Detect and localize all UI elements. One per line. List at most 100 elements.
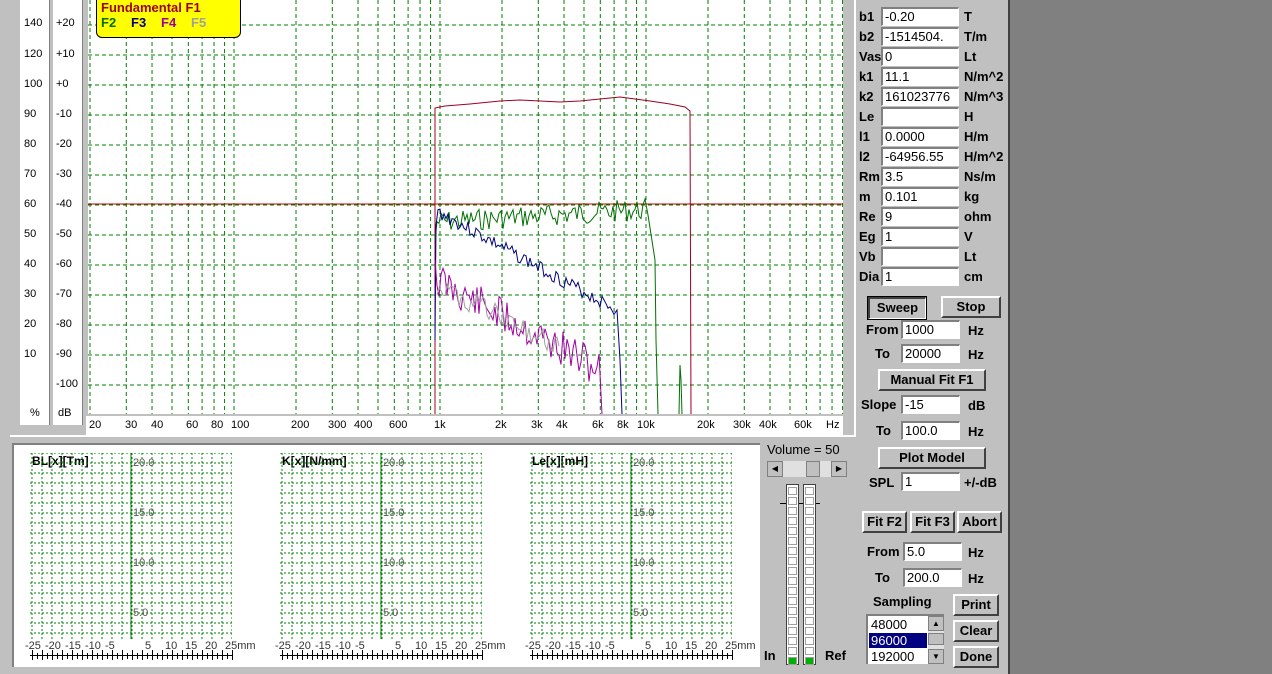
param-field-Vas[interactable]: 0 [881,47,959,66]
meter-segment [788,607,797,615]
param-field-Vb[interactable] [881,247,959,266]
mini-y-tick: 20.0 [383,457,405,469]
volume-left-arrow-icon[interactable]: ◀ [767,461,783,477]
slope-unit: dB [968,398,986,413]
legend-f3: F3 [131,15,147,30]
mini-y-tick: 20.0 [133,457,155,469]
sweep-to-field[interactable]: 20000 [901,344,960,363]
sweep-from-label: From [866,322,899,337]
spl-field[interactable]: 1 [901,472,960,491]
meter-segment [788,627,797,635]
param-field-l1[interactable]: 0.0000 [881,127,959,146]
param-field-Eg[interactable]: 1 [881,227,959,246]
scroll-down-icon[interactable]: ▼ [928,649,944,664]
harmonic-f4-curve [434,259,603,414]
mini-x-axis-tick [382,650,383,660]
param-field-Re[interactable]: 9 [881,207,959,226]
slope-to-field[interactable]: 100.0 [901,421,960,440]
meter-segment [788,647,797,655]
param-field-Le[interactable] [881,107,959,126]
mini-x-axis-tick [52,650,53,660]
slope-to-unit: Hz [968,424,984,439]
mini-y-tick: 5.0 [133,607,149,619]
print-button[interactable]: Print [953,594,999,616]
mini-x-axis-tick [107,653,108,659]
mini-x-axis-tick [537,653,538,659]
param-field-Dia[interactable]: 1 [881,267,959,286]
plot-model-button[interactable]: Plot Model [878,447,986,469]
mini-x-axis-tick [567,653,568,659]
mini-x-axis-tick [672,650,673,660]
scroll-thumb[interactable] [928,633,944,645]
param-unit-Le: H [964,109,974,124]
param-field-k1[interactable]: 11.1 [881,67,959,86]
param-field-k2[interactable]: 161023776 [881,87,959,106]
meter-segment [805,587,814,595]
slope-to-label: To [876,423,891,438]
mini-chart-svg [530,453,732,639]
mini-x-axis-tick [332,650,333,660]
param-field-Rm[interactable]: 3.5 [881,167,959,186]
param-field-b1[interactable]: -0.20 [881,7,959,26]
fit-f2-button[interactable]: Fit F2 [862,511,907,533]
fit-from-label: From [867,544,900,559]
mini-y-tick: 10.0 [383,557,405,569]
param-unit-Re: ohm [964,209,992,224]
frequency-tick: 400 [354,419,373,431]
param-label-l1: l1 [859,129,870,144]
param-label-Le: Le [859,109,875,124]
mini-x-tick: 5 [395,640,402,652]
fit-f3-button[interactable]: Fit F3 [910,511,955,533]
mini-y-tick: 20.0 [633,457,655,469]
param-field-b2[interactable]: -1514504. [881,27,959,46]
meter-segment [805,537,814,545]
slope-field[interactable]: -15 [901,395,960,414]
stop-button[interactable]: Stop [941,296,1001,318]
mini-x-tick: -5 [605,640,615,652]
sampling-scrollbar[interactable]: ▲ ▼ [928,616,944,664]
param-label-Rm: Rm [859,169,880,184]
sampling-option[interactable]: 96000 [869,633,927,648]
percent-tick: 140 [24,17,43,29]
meter-segment [788,567,797,575]
param-field-m[interactable]: 0.101 [881,187,959,206]
sweep-to-label: To [875,346,890,361]
sampling-option[interactable]: 48000 [869,617,927,632]
mini-x-axis-tick [307,653,308,659]
harmonic-f3-curve [434,208,623,414]
param-unit-l1: H/m [964,129,989,144]
mini-x-axis-tick [182,650,183,660]
mini-x-tick: 25mm [475,640,506,652]
spl-unit: +/-dB [964,475,997,490]
db-tick: -70 [56,288,72,300]
meter-segment [788,557,797,565]
fit-to-field[interactable]: 200.0 [903,568,962,587]
frequency-axis [86,416,843,436]
done-button[interactable]: Done [953,646,999,668]
fit-from-field[interactable]: 5.0 [903,542,962,561]
mini-x-axis-tick [437,653,438,659]
volume-slider[interactable]: ◀ ▶ [767,461,847,477]
meter-segment [788,587,797,595]
abort-button[interactable]: Abort [957,511,1002,533]
frequency-tick: 600 [389,419,408,431]
sweep-from-field[interactable]: 1000 [901,320,960,339]
percent-tick: 120 [24,48,43,60]
meter-segment [788,657,797,665]
scroll-up-icon[interactable]: ▲ [928,616,944,631]
sweep-button[interactable]: Sweep [867,296,927,320]
mini-x-axis-tick [412,650,413,660]
sampling-option[interactable]: 192000 [869,649,927,664]
param-field-l2[interactable]: -64956.55 [881,147,959,166]
sampling-list[interactable]: 48000 96000 192000 ▲ ▼ [866,614,944,664]
mini-x-axis-tick [662,650,663,660]
frequency-tick: 200 [291,419,310,431]
volume-thumb[interactable] [806,461,820,477]
volume-right-arrow-icon[interactable]: ▶ [831,461,847,477]
input-meter-label: In [764,648,776,663]
clear-button[interactable]: Clear [953,620,999,642]
mini-x-axis-tick [32,650,33,660]
reference-level-meter [803,484,816,665]
manual-fit-button[interactable]: Manual Fit F1 [878,369,986,391]
meter-segment [805,567,814,575]
